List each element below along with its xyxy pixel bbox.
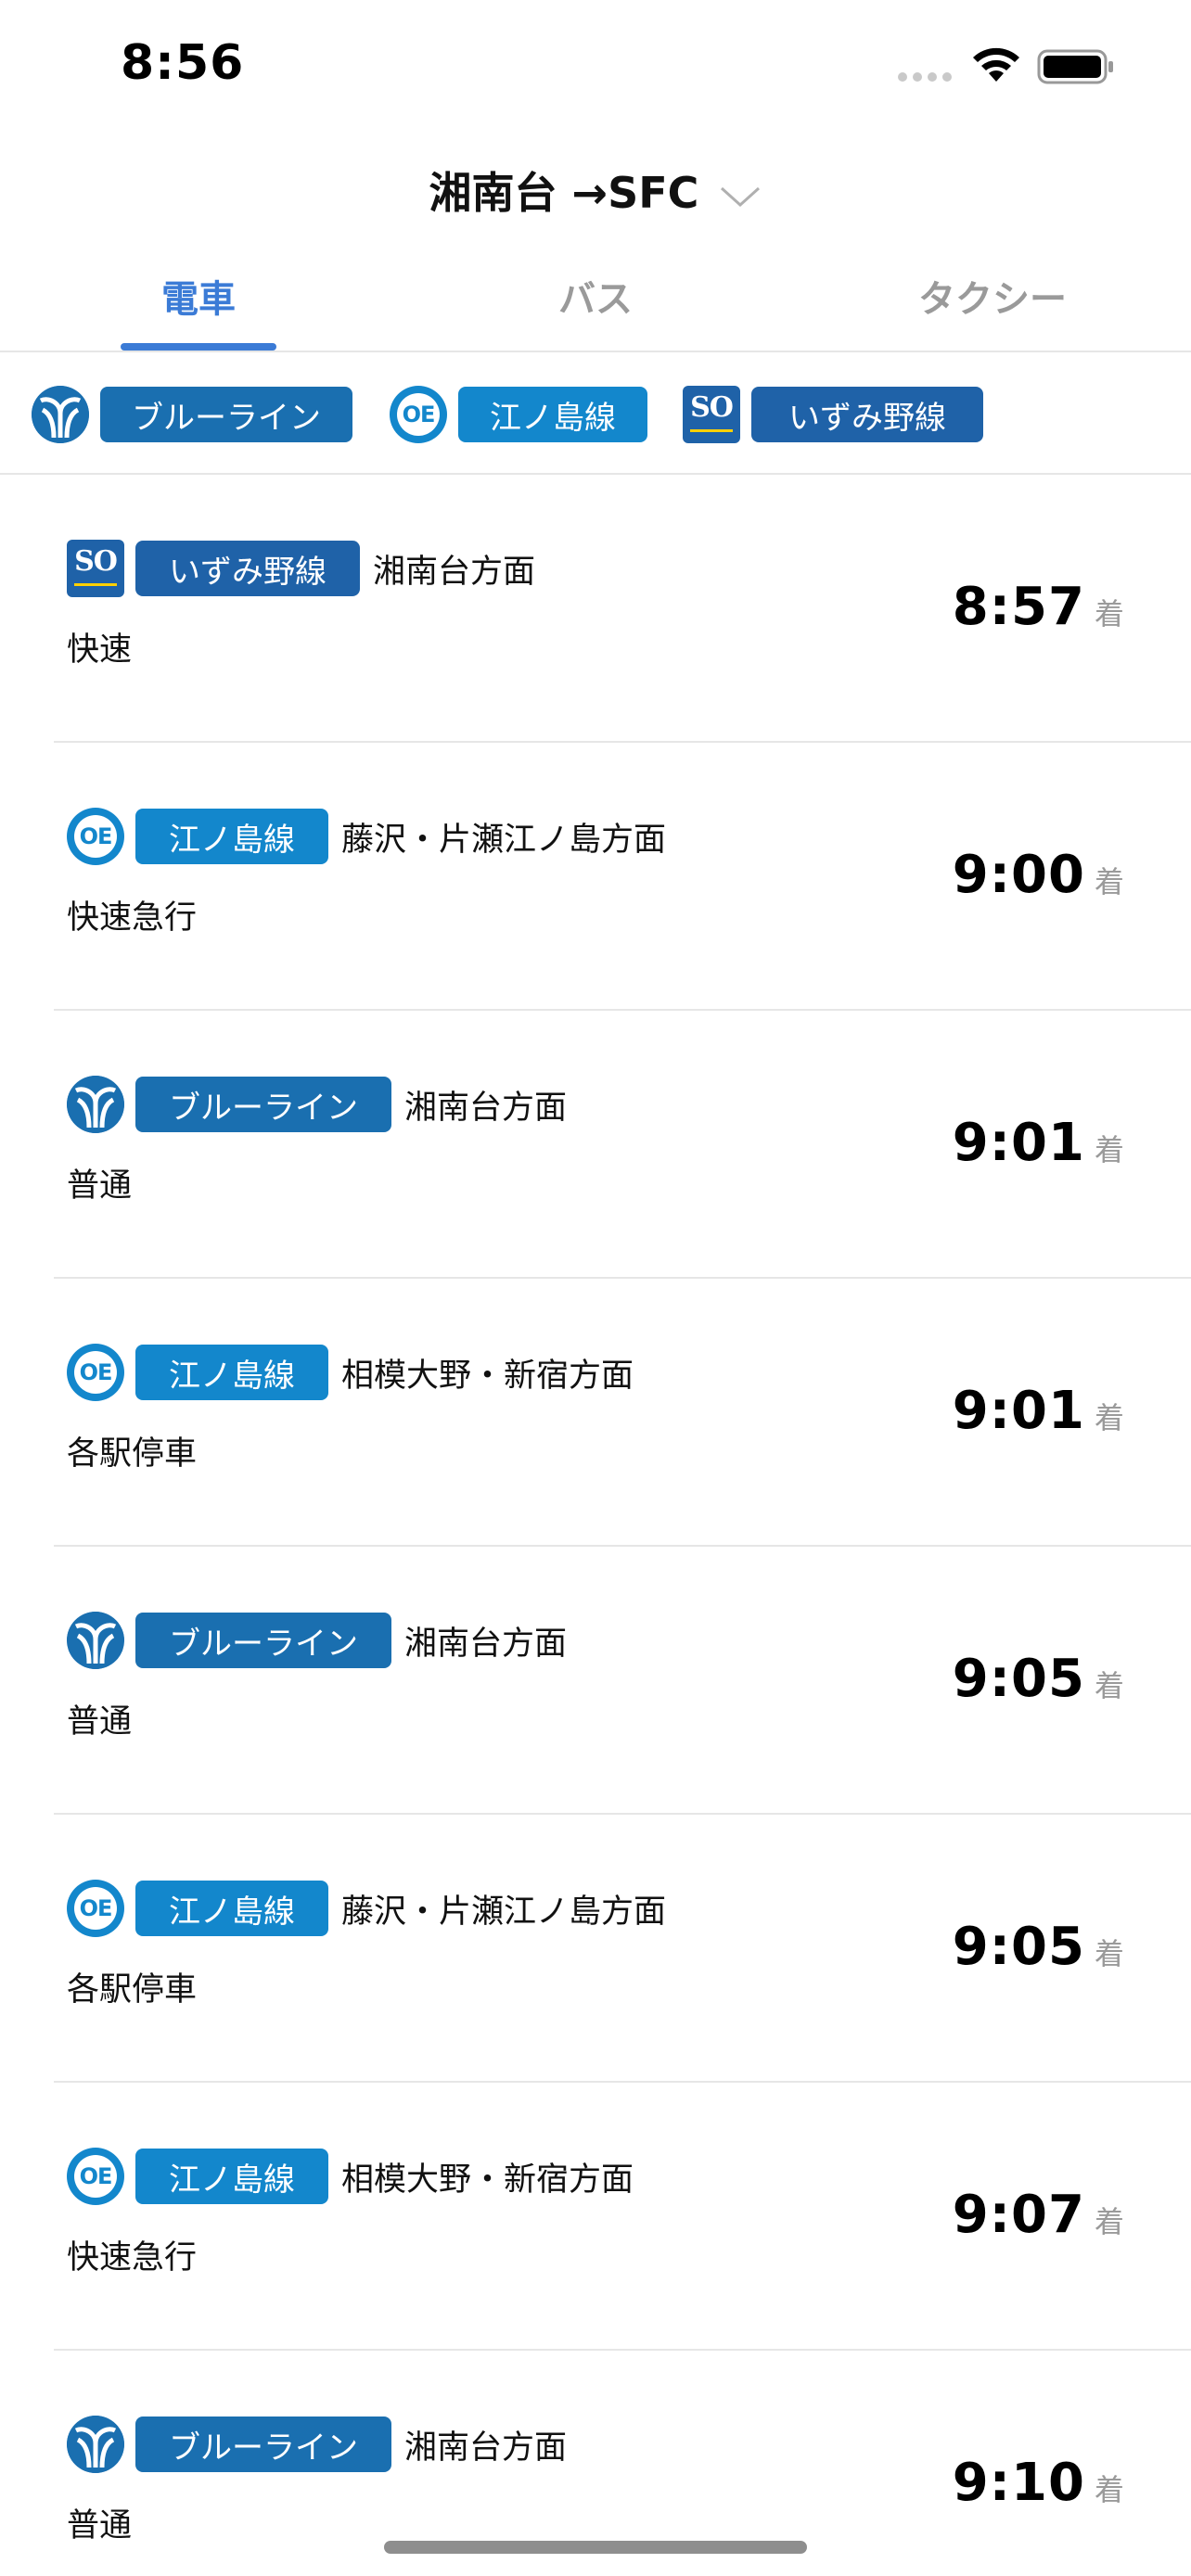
service-type: 快速 <box>67 631 133 669</box>
arrival-time: 9:01 <box>952 1113 1085 1173</box>
arrival-label: 着 <box>1094 2204 1124 2239</box>
line-chip: ブルーライン <box>135 1077 391 1132</box>
blueline-logo-icon <box>67 1076 124 1133</box>
service-type: 快速急行 <box>67 899 198 937</box>
wifi-icon <box>973 47 1019 82</box>
service-type: 普通 <box>67 1703 133 1741</box>
filter-blueline[interactable]: ブルーライン <box>32 386 352 443</box>
blueline-logo-icon <box>67 1612 124 1669</box>
transport-tabs: 電車 バス タクシー <box>0 250 1191 352</box>
direction-text: 湘南台方面 <box>373 553 536 591</box>
battery-icon <box>1037 49 1113 84</box>
train-row[interactable]: OE 江ノ島線 藤沢・片瀬江ノ島方面 快速急行 9:00 着 <box>0 743 1191 1011</box>
arrival-label: 着 <box>1094 1132 1124 1167</box>
service-type: 普通 <box>67 2507 133 2544</box>
train-row[interactable]: ブルーライン 湘南台方面 普通 9:05 着 <box>0 1547 1191 1815</box>
train-list: SO いずみ野線 湘南台方面 快速 8:57 着 OE 江ノ島線 藤沢・片瀬江ノ… <box>0 475 1191 2576</box>
line-chip: 江ノ島線 <box>458 387 647 442</box>
direction-text: 湘南台方面 <box>404 1089 568 1127</box>
direction-text: 湘南台方面 <box>404 2429 568 2467</box>
status-time: 8:56 <box>121 35 245 91</box>
arrival-label: 着 <box>1094 1400 1124 1435</box>
sotetsu-logo-icon: SO <box>683 386 740 443</box>
sotetsu-logo-icon: SO <box>67 540 124 597</box>
filter-izumino[interactable]: SO いずみ野線 <box>683 386 983 443</box>
odakyu-enoshima-logo-icon: OE <box>67 2148 124 2205</box>
arrival-time: 9:07 <box>952 2185 1085 2245</box>
service-type: 各駅停車 <box>67 1971 198 2009</box>
arrival-time: 9:10 <box>952 2453 1085 2513</box>
direction-text: 藤沢・片瀬江ノ島方面 <box>341 1893 667 1931</box>
train-row[interactable]: OE 江ノ島線 相模大野・新宿方面 快速急行 9:07 着 <box>0 2083 1191 2351</box>
train-row[interactable]: SO いずみ野線 湘南台方面 快速 8:57 着 <box>0 475 1191 743</box>
blueline-logo-icon <box>67 2416 124 2473</box>
service-type: 普通 <box>67 1167 133 1205</box>
cellular-signal-icon <box>898 72 952 82</box>
chevron-down-icon <box>721 186 761 207</box>
arrival-label: 着 <box>1094 864 1124 899</box>
line-chip: 江ノ島線 <box>135 2149 328 2204</box>
route-title: 湘南台 →SFC <box>429 168 699 218</box>
line-chip: ブルーライン <box>135 1613 391 1668</box>
arrival-time: 9:01 <box>952 1381 1085 1441</box>
direction-text: 相模大野・新宿方面 <box>341 1357 634 1395</box>
active-tab-indicator <box>121 343 276 351</box>
arrival-label: 着 <box>1094 596 1124 631</box>
train-row[interactable]: ブルーライン 湘南台方面 普通 9:01 着 <box>0 1011 1191 1279</box>
tab-taxi[interactable]: タクシー <box>794 269 1191 323</box>
service-type: 快速急行 <box>67 2239 198 2276</box>
blueline-logo-icon <box>32 386 89 443</box>
status-bar: 8:56 <box>0 0 1191 130</box>
home-indicator[interactable] <box>384 2541 807 2554</box>
tab-train[interactable]: 電車 <box>0 269 397 323</box>
arrival-time: 9:05 <box>952 1917 1085 1977</box>
direction-text: 藤沢・片瀬江ノ島方面 <box>341 821 667 859</box>
line-chip: 江ノ島線 <box>135 1881 328 1936</box>
arrival-label: 着 <box>1094 2472 1124 2507</box>
service-type: 各駅停車 <box>67 1435 198 1473</box>
arrival-time: 9:05 <box>952 1649 1085 1709</box>
line-chip: いずみ野線 <box>751 387 983 442</box>
line-chip: ブルーライン <box>100 387 352 442</box>
line-chip: いずみ野線 <box>135 541 360 596</box>
route-selector[interactable]: 湘南台 →SFC <box>0 159 1191 221</box>
line-chip: ブルーライン <box>135 2417 391 2472</box>
odakyu-enoshima-logo-icon: OE <box>67 1344 124 1401</box>
filter-enoshima[interactable]: OE 江ノ島線 <box>390 386 647 443</box>
arrival-time: 9:00 <box>952 845 1085 905</box>
odakyu-enoshima-logo-icon: OE <box>67 808 124 865</box>
arrival-label: 着 <box>1094 1668 1124 1703</box>
odakyu-enoshima-logo-icon: OE <box>390 386 447 443</box>
arrival-time: 8:57 <box>952 577 1085 637</box>
odakyu-enoshima-logo-icon: OE <box>67 1880 124 1937</box>
line-filter-bar: ブルーライン OE 江ノ島線 SO いずみ野線 <box>0 354 1191 475</box>
direction-text: 相模大野・新宿方面 <box>341 2161 634 2199</box>
direction-text: 湘南台方面 <box>404 1625 568 1663</box>
train-row[interactable]: OE 江ノ島線 藤沢・片瀬江ノ島方面 各駅停車 9:05 着 <box>0 1815 1191 2083</box>
train-row[interactable]: OE 江ノ島線 相模大野・新宿方面 各駅停車 9:01 着 <box>0 1279 1191 1547</box>
tab-bus[interactable]: バス <box>397 269 794 323</box>
line-chip: 江ノ島線 <box>135 1345 328 1400</box>
line-chip: 江ノ島線 <box>135 809 328 864</box>
arrival-label: 着 <box>1094 1936 1124 1971</box>
